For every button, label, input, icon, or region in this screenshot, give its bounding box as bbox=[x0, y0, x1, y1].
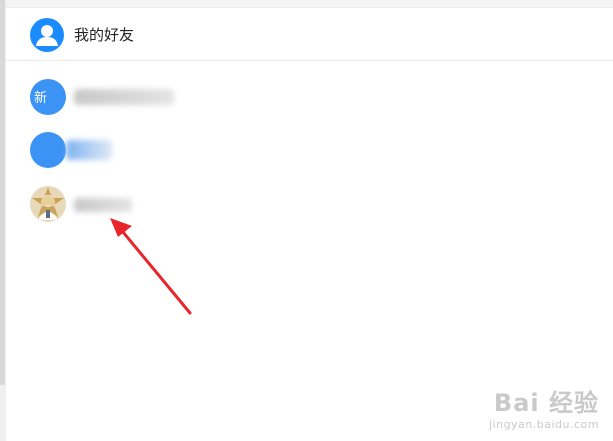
watermark-url: jingyan.baidu.com bbox=[488, 418, 599, 431]
watermark-brand: Bai 经验 bbox=[493, 389, 599, 417]
red-arrow-annotation bbox=[110, 218, 192, 315]
baidu-jingyan-watermark: Bai 经验 jingyan.baidu.com bbox=[489, 383, 599, 431]
